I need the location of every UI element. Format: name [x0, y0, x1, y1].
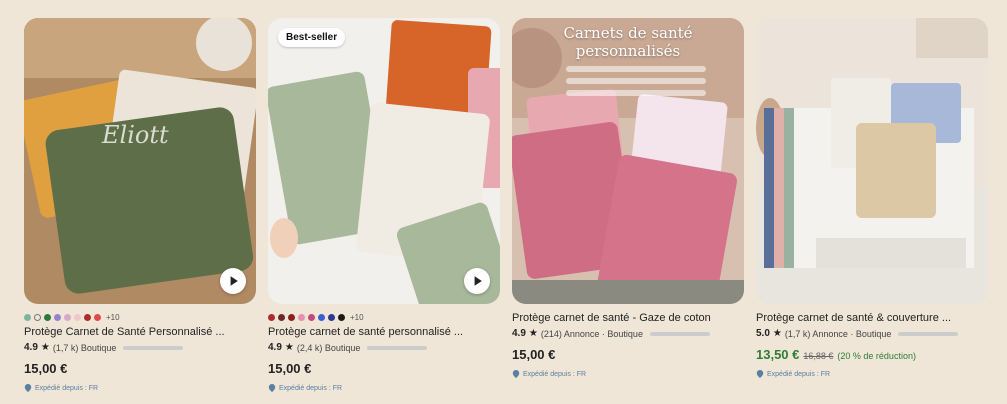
- color-swatch: [298, 313, 305, 321]
- shipping-text: Expédié depuis : FR: [767, 370, 831, 378]
- shipping-origin: Expédié depuis : FR: [512, 370, 744, 378]
- review-count: (1,7 k) Annonce · Boutique: [784, 328, 892, 339]
- color-swatches: +10: [24, 312, 256, 322]
- color-swatch: [278, 313, 285, 321]
- review-count: (2,4 k) Boutique: [296, 342, 361, 353]
- location-pin-icon: [756, 370, 764, 378]
- location-pin-icon: [268, 384, 276, 392]
- more-colors-count: +10: [350, 312, 364, 322]
- product-price: 13,50 € 16,88 € (20 % de réduction): [756, 347, 988, 362]
- product-price: 15,00 €: [512, 347, 556, 362]
- color-swatch: [94, 313, 101, 321]
- discount-label: (20 % de réduction): [837, 351, 916, 361]
- shipping-origin: Expédié depuis : FR: [756, 370, 988, 378]
- sale-price: 13,50 €: [756, 347, 800, 362]
- color-swatch: [64, 313, 71, 321]
- color-swatch: [24, 313, 31, 321]
- shipping-origin: Expédié depuis : FR: [24, 384, 256, 392]
- product-title[interactable]: Protège carnet de santé - Gaze de coton: [512, 312, 744, 324]
- color-swatch: [84, 313, 91, 321]
- product-title[interactable]: Protège carnet de santé & couverture ...: [756, 312, 988, 324]
- star-icon: ★: [284, 342, 294, 353]
- original-price: 16,88 €: [803, 351, 834, 361]
- play-video-button[interactable]: [464, 268, 490, 294]
- svg-text:Eliott: Eliott: [101, 121, 169, 149]
- shop-name-redacted: [898, 331, 959, 336]
- product-rating: 4.9 ★ (1,7 k) Boutique: [24, 342, 256, 353]
- product-card[interactable]: Eliott +10 Protège Carnet de Santé Perso…: [24, 18, 256, 398]
- star-icon: ★: [772, 328, 782, 339]
- product-image[interactable]: [756, 18, 988, 304]
- product-grid: Eliott +10 Protège Carnet de Santé Perso…: [24, 18, 988, 398]
- shop-name-redacted: [649, 331, 710, 336]
- rating-score: 4.9: [24, 342, 38, 353]
- image-overlay-title: Carnets de santé personnalisés: [563, 24, 693, 60]
- product-title[interactable]: Protège carnet de santé personnalisé ...: [268, 326, 500, 338]
- play-icon: [474, 276, 482, 286]
- rating-score: 4.9: [268, 342, 282, 353]
- color-swatch: [268, 313, 275, 321]
- shipping-text: Expédié depuis : FR: [279, 384, 343, 392]
- color-swatch: [318, 313, 325, 321]
- review-count: (214) Annonce · Boutique: [540, 328, 643, 339]
- product-rating: 4.9 ★ (214) Annonce · Boutique: [512, 328, 744, 339]
- review-count: (1,7 k) Boutique: [52, 342, 117, 353]
- color-swatch: [74, 313, 81, 321]
- best-seller-badge: Best-seller: [278, 28, 346, 47]
- shipping-origin: Expédié depuis : FR: [268, 384, 500, 392]
- product-card[interactable]: Carnets de santé personnalisés Protège c…: [512, 18, 744, 398]
- product-rating: 4.9 ★ (2,4 k) Boutique: [268, 342, 500, 353]
- rating-score: 5.0: [756, 328, 770, 339]
- color-swatch: [288, 313, 295, 321]
- color-swatch: [34, 313, 41, 321]
- product-card[interactable]: Protège carnet de santé & couverture ...…: [756, 18, 988, 398]
- product-rating: 5.0 ★ (1,7 k) Annonce · Boutique: [756, 328, 988, 339]
- product-image[interactable]: Eliott: [24, 18, 256, 304]
- color-swatch: [44, 313, 51, 321]
- product-card[interactable]: Best-seller +10 Protège carnet de santé …: [268, 18, 500, 398]
- product-price: 15,00 €: [24, 361, 68, 376]
- location-pin-icon: [512, 370, 520, 378]
- rating-score: 4.9: [512, 328, 526, 339]
- product-price: 15,00 €: [268, 361, 312, 376]
- color-swatch: [308, 313, 315, 321]
- shop-name-redacted: [123, 345, 184, 350]
- star-icon: ★: [40, 342, 50, 353]
- product-title[interactable]: Protège Carnet de Santé Personnalisé ...: [24, 326, 256, 338]
- color-swatches: +10: [268, 312, 500, 322]
- shipping-text: Expédié depuis : FR: [35, 384, 99, 392]
- shipping-text: Expédié depuis : FR: [523, 370, 587, 378]
- location-pin-icon: [24, 384, 32, 392]
- image-overlay-bullets: [566, 60, 706, 102]
- shop-name-redacted: [367, 345, 428, 350]
- play-video-button[interactable]: [220, 268, 246, 294]
- color-swatch: [54, 313, 61, 321]
- color-swatch: [338, 313, 345, 321]
- star-icon: ★: [528, 328, 538, 339]
- color-swatch: [328, 313, 335, 321]
- product-image[interactable]: Best-seller: [268, 18, 500, 304]
- more-colors-count: +10: [106, 312, 120, 322]
- play-icon: [230, 276, 238, 286]
- product-image[interactable]: Carnets de santé personnalisés: [512, 18, 744, 304]
